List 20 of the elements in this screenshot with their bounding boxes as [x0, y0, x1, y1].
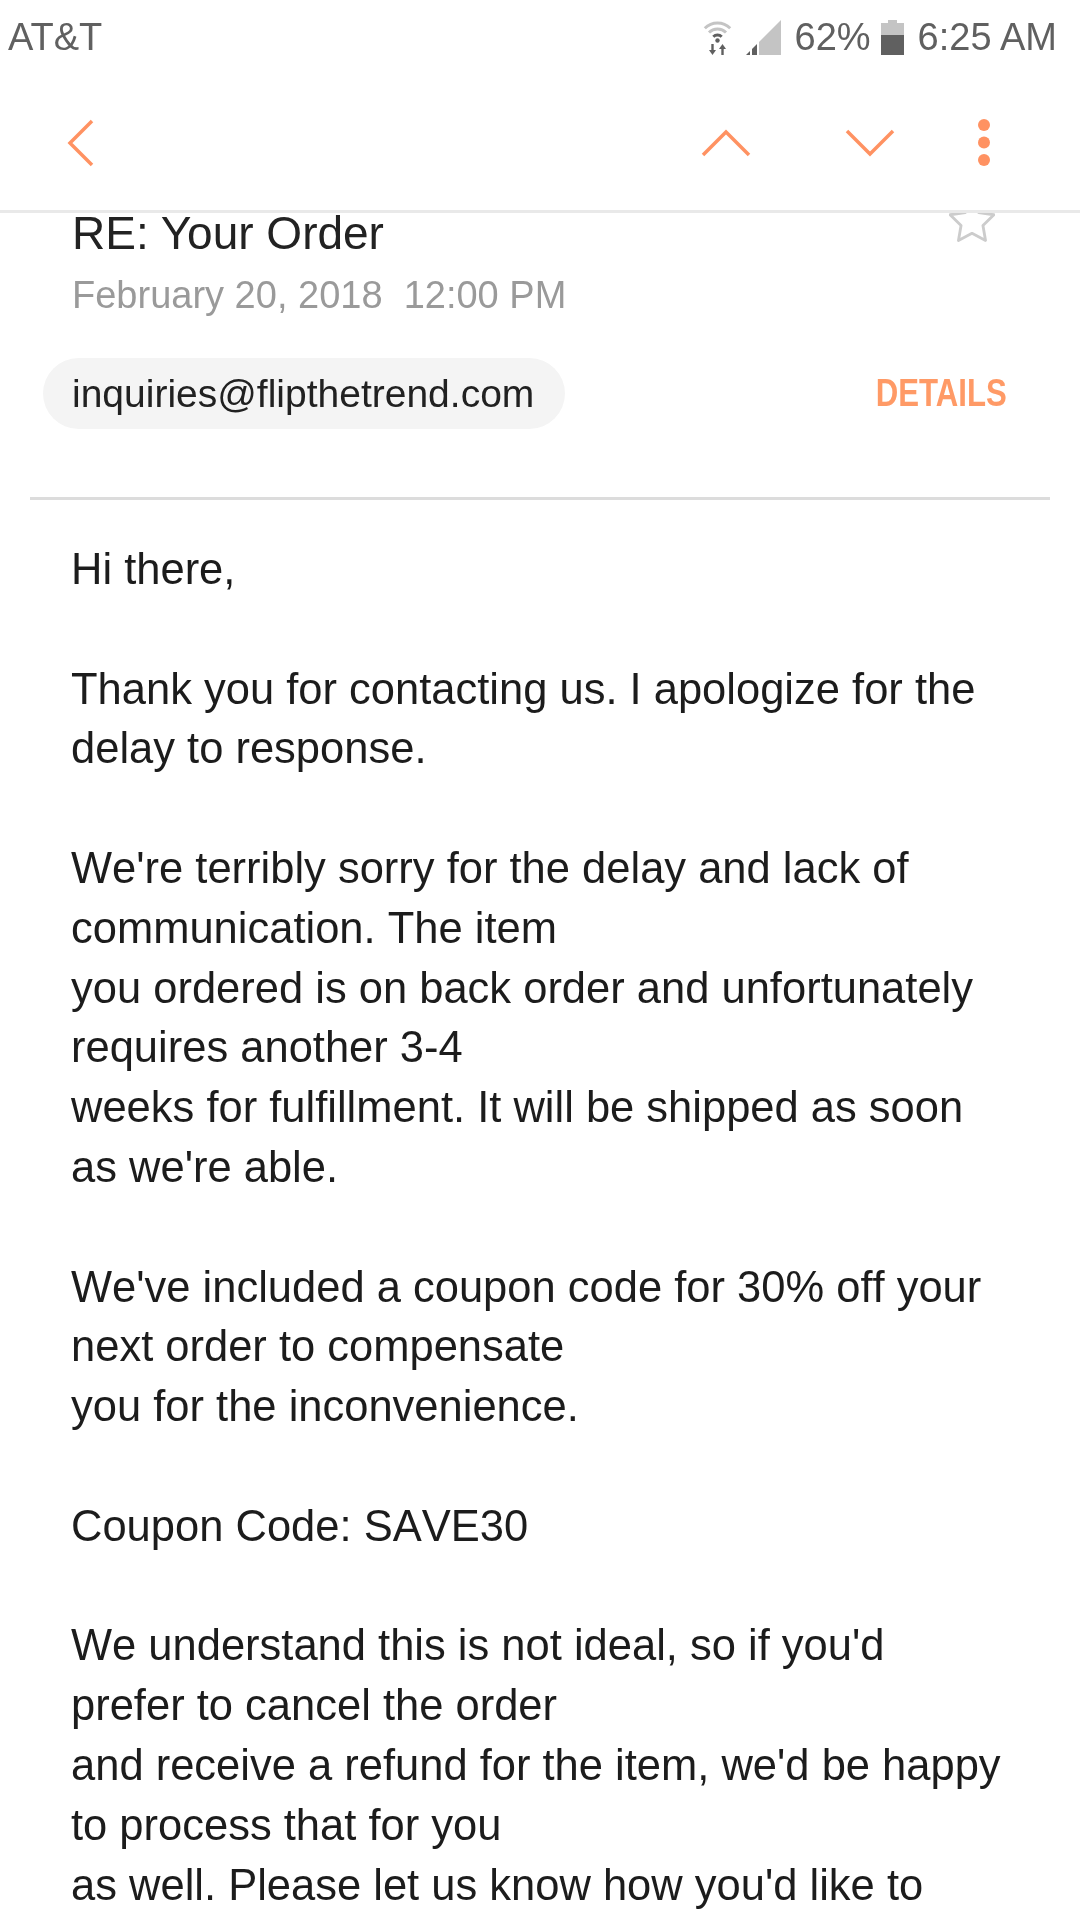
email-paragraph: We've included a coupon code for 30% off your next order to compensate you for the inconvenience. [71, 1261, 983, 1433]
email-paragraph: Coupon Code: SAVE30 [71, 1500, 530, 1552]
kebab-menu-icon [978, 119, 990, 166]
chevron-up-icon [701, 128, 751, 157]
email-date: February 20, 2018 12:00 PM [72, 273, 567, 318]
clock-time: 6:25 AM [917, 16, 1057, 59]
email-paragraph: We're terribly sorry for the delay and lack of communication. The item you ordered is on back order and unfortunately requires another 3-4 weeks for fulfillment. It will be shipped as soon as we're able. [71, 843, 974, 1193]
wifi-icon [701, 20, 733, 55]
email-subject: RE: Your Order [72, 213, 384, 253]
email-paragraph: We understand this is not ideal, so if you'd prefer to cancel the order and receive a refund for the item, we'd be happy to process that for you as well. Please let us know how you'd like to [71, 1620, 1002, 1911]
email-paragraph: Hi there, [71, 544, 237, 595]
star-icon[interactable] [949, 213, 995, 242]
battery-icon [880, 20, 904, 55]
email-paragraph: Thank you for contacting us. I apologize for the delay to response. [71, 663, 977, 775]
signal-icon [745, 20, 781, 55]
chevron-down-icon [845, 128, 895, 157]
battery-percentage: 62% [794, 16, 871, 59]
carrier-name: AT&T [8, 16, 103, 59]
chevron-left-icon [67, 118, 95, 167]
sender-chip[interactable]: inquiries@flipthetrend.com [43, 358, 566, 429]
